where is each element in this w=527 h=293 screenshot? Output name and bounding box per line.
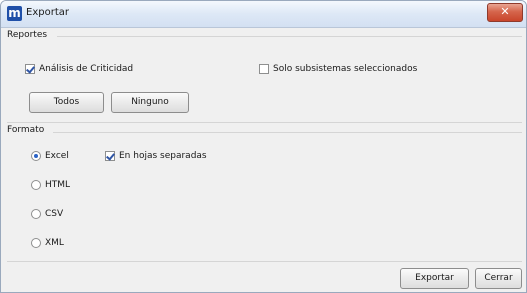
radio-html[interactable]: HTML	[31, 180, 70, 190]
radio-xml[interactable]: XML	[31, 238, 64, 248]
hojas-separadas-check-box[interactable]	[105, 151, 115, 161]
hojas-separadas-checkbox[interactable]: En hojas separadas	[105, 151, 207, 161]
reportes-group-title: Reportes	[7, 30, 48, 40]
radio-xml-label: XML	[45, 238, 64, 248]
footer-divider	[7, 261, 522, 262]
analisis-check-box[interactable]	[25, 64, 35, 74]
todos-button[interactable]: Todos	[29, 92, 104, 113]
exportar-button[interactable]: Exportar	[400, 268, 469, 289]
export-dialog: m Exportar ✕ Reportes Análisis de Critic…	[0, 0, 527, 293]
title-bar: m Exportar ✕	[1, 1, 526, 28]
radio-html-dot[interactable]	[31, 180, 41, 190]
radio-excel-dot[interactable]	[31, 151, 41, 161]
formato-group-title: Formato	[7, 125, 45, 135]
analisis-label: Análisis de Criticidad	[39, 64, 134, 74]
cerrar-button[interactable]: Cerrar	[475, 268, 522, 289]
reportes-group-divider	[57, 36, 522, 37]
radio-xml-dot[interactable]	[31, 238, 41, 248]
radio-excel[interactable]: Excel	[31, 151, 69, 161]
hojas-separadas-label: En hojas separadas	[119, 151, 207, 161]
formato-top-divider	[7, 122, 522, 123]
solo-subsistemas-label: Solo subsistemas seleccionados	[273, 64, 418, 74]
solo-subsistemas-checkbox[interactable]: Solo subsistemas seleccionados	[259, 64, 417, 74]
solo-subsistemas-check-box[interactable]	[259, 64, 269, 74]
window-title: Exportar	[26, 7, 69, 18]
formato-group-divider	[53, 132, 522, 133]
radio-csv-label: CSV	[45, 209, 64, 219]
analisis-checkbox[interactable]: Análisis de Criticidad	[25, 64, 133, 74]
dialog-content: Reportes Análisis de Criticidad Solo sub…	[1, 28, 526, 292]
radio-excel-label: Excel	[45, 151, 69, 161]
ninguno-button[interactable]: Ninguno	[111, 92, 189, 113]
app-logo-icon: m	[7, 6, 22, 21]
close-button[interactable]: ✕	[487, 3, 523, 22]
radio-csv[interactable]: CSV	[31, 209, 63, 219]
radio-csv-dot[interactable]	[31, 209, 41, 219]
radio-html-label: HTML	[45, 180, 71, 190]
